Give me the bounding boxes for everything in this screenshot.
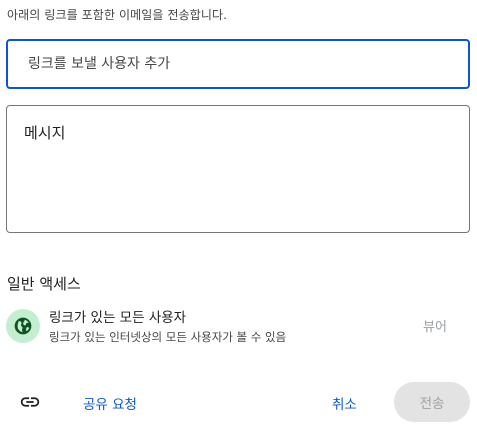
share-request-button[interactable]: 공유 요청: [83, 393, 137, 413]
message-textarea[interactable]: [24, 122, 454, 222]
intro-text: 아래의 링크를 포함한 이메일을 전송합니다.: [7, 8, 228, 22]
cancel-button[interactable]: 취소: [332, 393, 357, 413]
general-access-heading: 일반 액세스: [7, 275, 81, 293]
general-access-row: 링크가 있는 모든 사용자 링크가 있는 인터넷상의 모든 사용자가 볼 수 있…: [0, 302, 477, 352]
message-field[interactable]: [6, 105, 470, 233]
dialog-footer: 공유 요청 취소 전송: [0, 380, 477, 424]
access-title[interactable]: 링크가 있는 모든 사용자: [49, 306, 186, 326]
link-icon: [20, 397, 40, 407]
role-label: 뷰어: [423, 320, 447, 335]
recipient-input[interactable]: [28, 41, 448, 87]
access-description: 링크가 있는 인터넷상의 모든 사용자가 볼 수 있음: [49, 330, 287, 344]
copy-link-button[interactable]: [14, 386, 46, 418]
recipient-field[interactable]: [6, 39, 470, 89]
send-button[interactable]: 전송: [394, 382, 470, 422]
share-dialog: 아래의 링크를 포함한 이메일을 전송합니다. 일반 액세스 링크가 있는 모든…: [0, 0, 477, 437]
globe-icon: [6, 309, 40, 343]
